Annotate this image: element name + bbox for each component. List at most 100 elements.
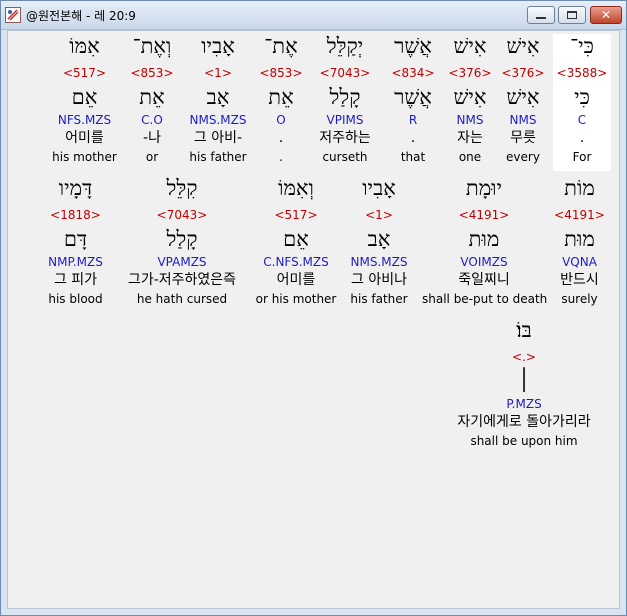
morph-code: VPAMZS xyxy=(157,255,207,269)
word-cell[interactable]: אָבִיו <1> אָב NMS.MZS 그 아비나 his father xyxy=(344,176,414,313)
app-icon[interactable] xyxy=(5,7,21,23)
morph-code: C.O xyxy=(141,113,163,127)
hebrew-lexeme: אִישׁ xyxy=(506,85,540,109)
word-cell[interactable]: יְקַלֵּל <7043> קָלַל VPIMS 저주하는 curseth xyxy=(309,34,381,171)
word-cell[interactable]: קִלֵּל <7043> קָלַל VPAMZS 그가-저주하였은즉 he … xyxy=(116,176,248,313)
hebrew-lexeme: קָלַל xyxy=(166,227,198,251)
word-cell[interactable]: אִישׁ <376> אִישׁ NMS 자는 one xyxy=(445,34,495,171)
morph-code: C.NFS.MZS xyxy=(263,255,329,269)
minimize-icon xyxy=(536,17,546,19)
english-gloss: surely xyxy=(561,292,598,306)
word-cell[interactable]: וְאִמּוֹ <517> אֵם C.NFS.MZS 어미를 or his … xyxy=(255,176,337,313)
hebrew-word: בּוֹ׃ xyxy=(516,318,532,342)
english-gloss: For xyxy=(572,150,592,164)
morph-code: NMS xyxy=(456,113,484,127)
interlinear-view: כִּי־ <3588> כִּי C . For אִישׁ <376> אִ… xyxy=(7,30,620,609)
hebrew-lexeme: דָּם xyxy=(63,227,88,251)
word-cell[interactable]: יוּמָת <4191> מוּת VOIMZS 죽일찌니 shall be-… xyxy=(422,176,548,313)
english-gloss: shall be-put to death xyxy=(422,292,548,306)
strong-number[interactable]: <517> xyxy=(255,208,337,222)
hebrew-lexeme: אֵם xyxy=(283,227,309,251)
english-gloss: his mother xyxy=(52,150,117,164)
strong-number[interactable]: <1> xyxy=(183,66,253,80)
hebrew-word: יְקַלֵּל xyxy=(326,34,364,58)
app-window: @원전본해 - 레 20:9 ✕ כִּי־ <3588> כִּי C . F… xyxy=(0,0,627,616)
strong-number[interactable]: <834> xyxy=(384,66,442,80)
strong-number[interactable]: <1> xyxy=(344,208,414,222)
english-gloss: that xyxy=(400,150,426,164)
hebrew-lexeme: ׀ xyxy=(518,369,530,393)
english-gloss: . xyxy=(279,150,283,164)
english-gloss: he hath cursed xyxy=(136,292,228,306)
morph-code: R xyxy=(408,113,418,127)
korean-gloss: 자는 xyxy=(457,130,483,146)
title-bar[interactable]: @원전본해 - 레 20:9 ✕ xyxy=(1,1,626,30)
korean-gloss: 자기에게로 돌아가리라 xyxy=(457,414,591,430)
korean-gloss: . xyxy=(410,130,416,146)
morph-code: NFS.MZS xyxy=(57,113,112,127)
korean-gloss: 그 아비- xyxy=(193,130,243,146)
word-cell[interactable]: אֲשֶׁר <834> אֲשֶׁר R . that xyxy=(384,34,442,171)
morph-code: P.MZS xyxy=(506,397,542,411)
english-gloss: shall be upon him xyxy=(470,434,578,448)
korean-gloss: 어미를 xyxy=(276,272,316,288)
maximize-button[interactable] xyxy=(558,6,586,24)
korean-gloss: 죽일찌니 xyxy=(458,272,510,288)
word-cell[interactable]: אָבִיו <1> אָב NMS.MZS 그 아비- his father xyxy=(183,34,253,171)
english-gloss: curseth xyxy=(322,150,368,164)
strong-number[interactable]: <7043> xyxy=(309,66,381,80)
english-gloss: his father xyxy=(350,292,408,306)
strong-number[interactable]: <1818> xyxy=(42,208,109,222)
close-button[interactable]: ✕ xyxy=(590,6,622,24)
word-cell[interactable]: כִּי־ <3588> כִּי C . For xyxy=(553,34,611,171)
word-cell[interactable]: וְאֶת־ <853> אֵת C.O -나 or xyxy=(123,34,181,171)
word-cell[interactable]: אִמּוֹ <517> אֵם NFS.MZS 어미를 his mother xyxy=(48,34,121,171)
strong-number[interactable]: <376> xyxy=(498,66,548,80)
hebrew-lexeme: קָלַל xyxy=(329,85,361,109)
word-cell[interactable]: מוֹת <4191> מוּת VQNA 반드시 surely xyxy=(548,176,611,313)
word-cell[interactable]: אִישׁ <376> אִישׁ NMS 무릇 every xyxy=(498,34,548,171)
english-gloss: or xyxy=(145,150,159,164)
word-cell[interactable]: דָּמָיו <1818> דָּם NMP.MZS 그 피가 his blo… xyxy=(42,176,109,313)
strong-number[interactable]: <853> xyxy=(123,66,181,80)
strong-number[interactable]: <3588> xyxy=(553,66,611,80)
korean-gloss: . xyxy=(579,130,585,146)
korean-gloss: -나 xyxy=(143,130,161,146)
strong-number[interactable]: <4191> xyxy=(422,208,546,222)
strong-number[interactable]: <853> xyxy=(255,66,307,80)
morph-code: VPIMS xyxy=(326,113,364,127)
hebrew-word: אִמּוֹ xyxy=(69,34,100,58)
korean-gloss: 어미를 xyxy=(65,130,104,146)
hebrew-word: אָבִיו xyxy=(201,34,235,58)
word-cell[interactable]: בּוֹ׃ <.> ׀ P.MZS 자기에게로 돌아가리라 shall be u… xyxy=(434,318,614,455)
korean-gloss: 그가-저주하였은즉 xyxy=(127,272,237,288)
strong-number[interactable]: <376> xyxy=(445,66,495,80)
strong-number[interactable]: <.> xyxy=(434,350,614,364)
morph-code: NMS.MZS xyxy=(189,113,247,127)
hebrew-word: מוֹת xyxy=(564,176,595,200)
word-cell[interactable]: אֶת־ <853> אֵת O . . xyxy=(255,34,307,171)
minimize-button[interactable] xyxy=(527,6,555,24)
hebrew-word: וְאִמּוֹ xyxy=(278,176,314,200)
hebrew-word: כִּי־ xyxy=(570,34,594,58)
close-icon: ✕ xyxy=(600,8,612,22)
strong-number[interactable]: <4191> xyxy=(548,208,611,222)
hebrew-word: אֲשֶׁר xyxy=(394,34,432,58)
korean-gloss: 반드시 xyxy=(560,272,599,288)
hebrew-lexeme: אָב xyxy=(367,227,391,251)
hebrew-word: אִישׁ xyxy=(453,34,487,58)
hebrew-lexeme: כִּי xyxy=(574,85,590,109)
hebrew-lexeme: אֵת xyxy=(139,85,165,109)
morph-code: NMP.MZS xyxy=(48,255,103,269)
korean-gloss: 무릇 xyxy=(510,130,536,146)
morph-code: C xyxy=(577,113,587,127)
morph-code: NMS xyxy=(509,113,537,127)
morph-code: NMS.MZS xyxy=(350,255,408,269)
strong-number[interactable]: <7043> xyxy=(116,208,248,222)
hebrew-word: יוּמָת xyxy=(465,176,503,200)
strong-number[interactable]: <517> xyxy=(48,66,121,80)
korean-gloss: 저주하는 xyxy=(319,130,371,146)
morph-code: VQNA xyxy=(562,255,597,269)
hebrew-lexeme: אִישׁ xyxy=(453,85,487,109)
hebrew-word: אֶת־ xyxy=(264,34,298,58)
